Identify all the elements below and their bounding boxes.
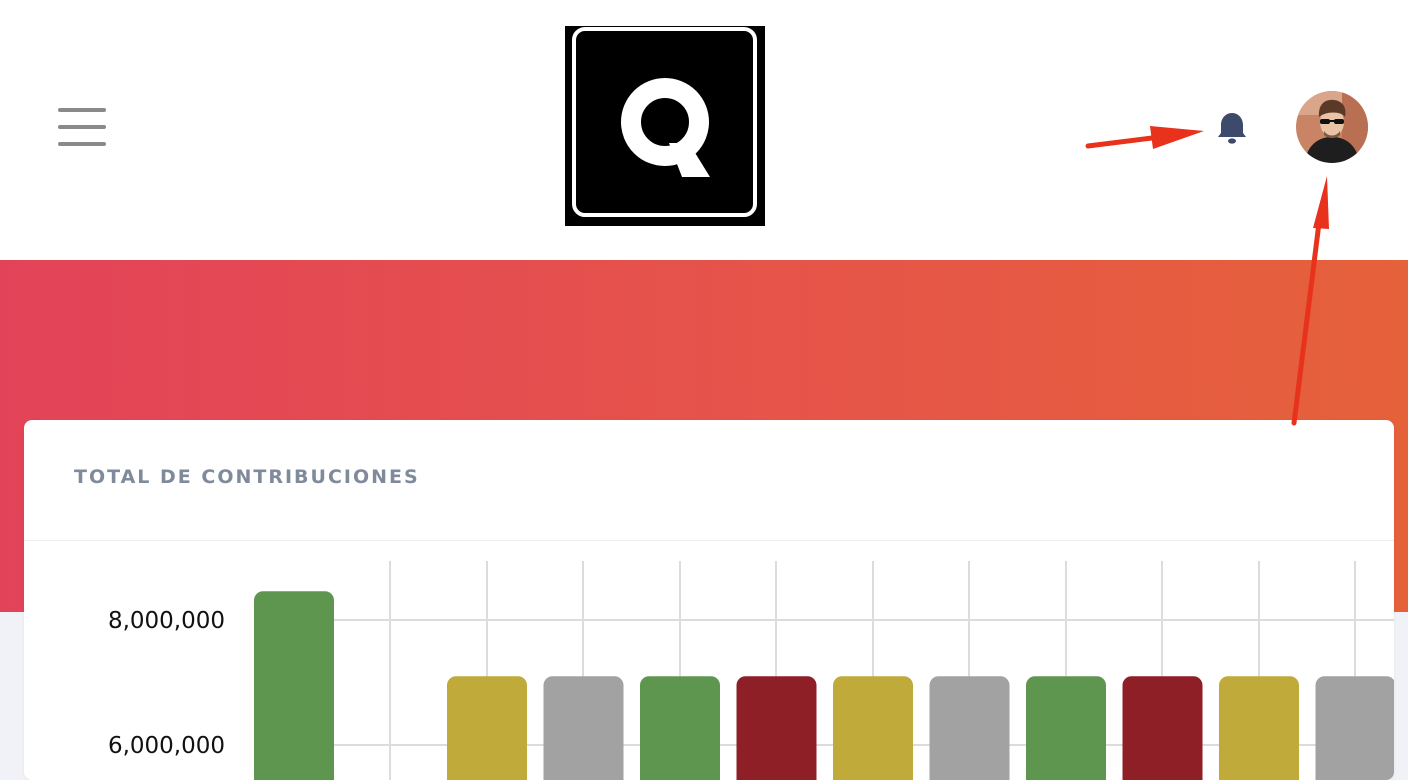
chart-bar[interactable] <box>640 676 720 780</box>
y-tick-label: 6,000,000 <box>108 733 225 759</box>
card-header: TOTAL DE CONTRIBUCIONES <box>24 420 1394 541</box>
chart-bar[interactable] <box>736 676 817 780</box>
chart-bar[interactable] <box>1315 676 1395 780</box>
y-tick-label: 8,000,000 <box>108 608 225 634</box>
contributions-chart: 8,000,000 6,000,000 <box>24 541 1394 780</box>
bell-icon[interactable] <box>1214 110 1250 146</box>
chart-bar[interactable] <box>1026 676 1106 780</box>
logo-graphic <box>572 27 757 217</box>
chart-bar[interactable] <box>1122 676 1203 780</box>
chart-bar[interactable] <box>447 676 527 780</box>
bar-chart-svg: 8,000,000 6,000,000 <box>108 561 1395 780</box>
hamburger-menu-icon[interactable] <box>58 106 106 148</box>
user-avatar[interactable] <box>1296 91 1368 163</box>
chart-bar[interactable] <box>833 676 913 780</box>
chart-bar[interactable] <box>543 676 624 780</box>
card-title: TOTAL DE CONTRIBUCIONES <box>74 466 420 488</box>
avatar-photo <box>1296 91 1368 163</box>
contributions-card: TOTAL DE CONTRIBUCIONES 8,000,000 6,000,0… <box>24 420 1394 780</box>
app-logo[interactable] <box>565 26 765 226</box>
chart-bar[interactable] <box>1219 676 1299 780</box>
chart-bar[interactable] <box>929 676 1010 780</box>
top-navigation-bar <box>0 0 1408 260</box>
